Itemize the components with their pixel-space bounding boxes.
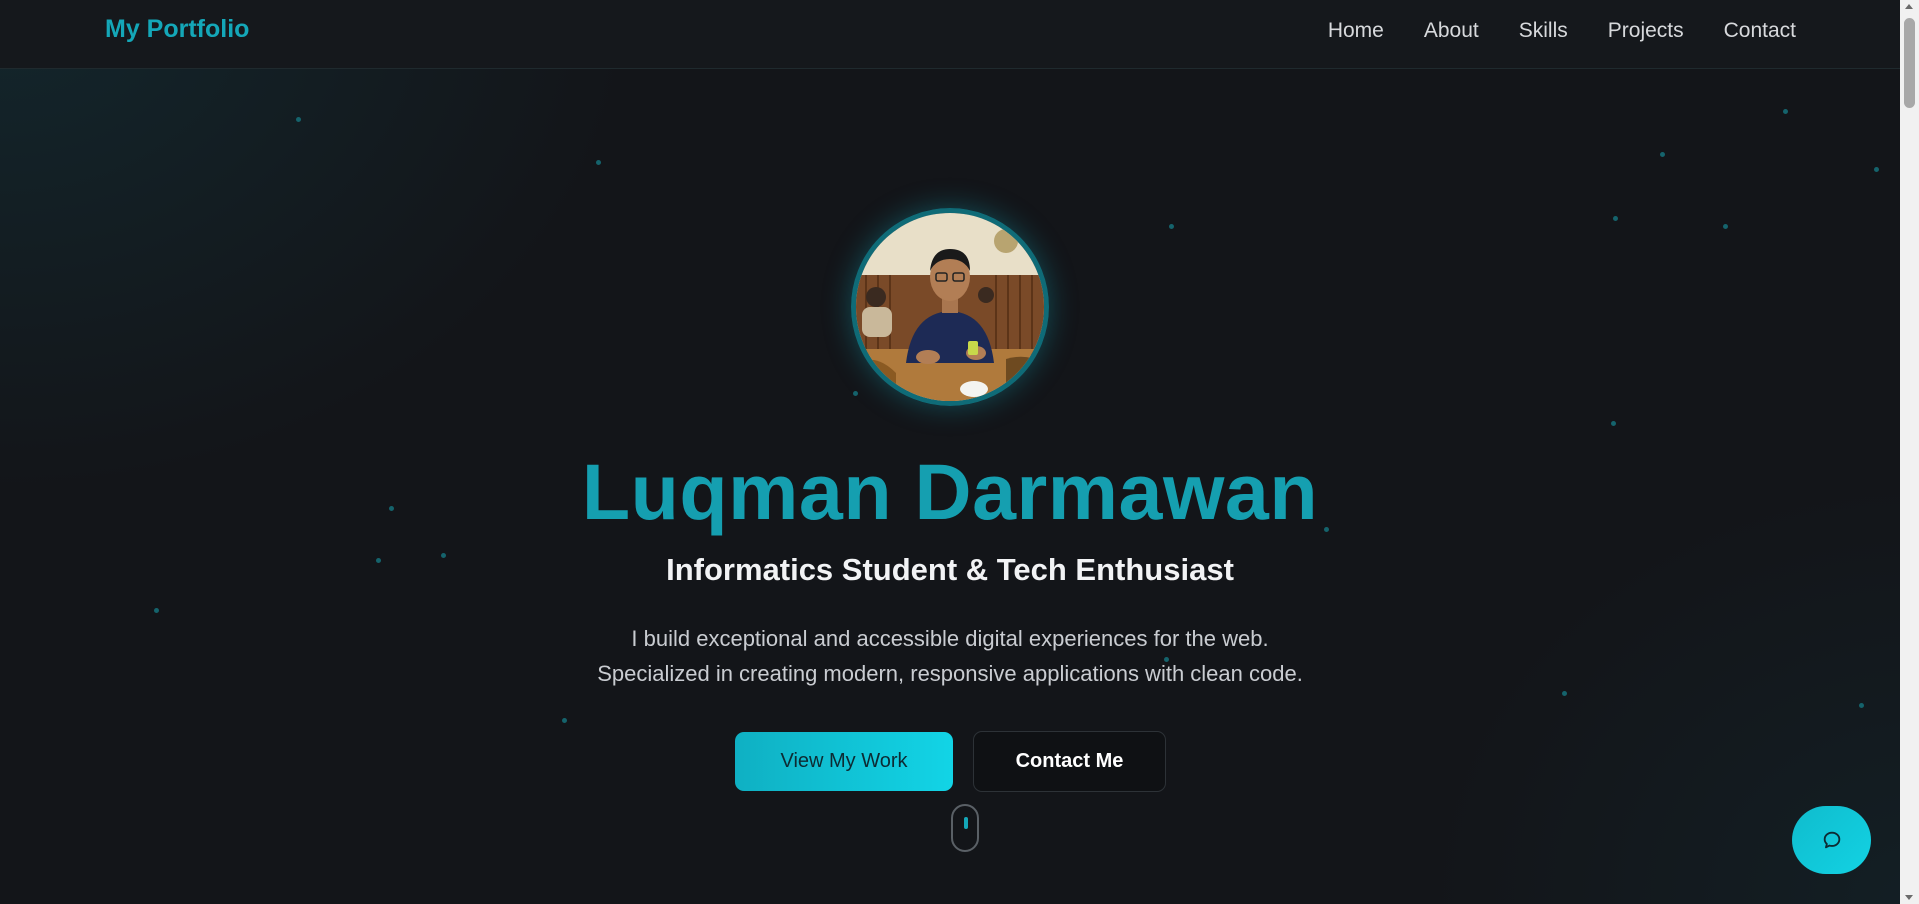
scrollbar-thumb[interactable] <box>1904 18 1915 108</box>
nav-link-home[interactable]: Home <box>1328 19 1384 43</box>
nav-link-about[interactable]: About <box>1424 19 1479 43</box>
particle-dot <box>1859 703 1864 708</box>
particle-dot <box>1723 224 1728 229</box>
particle-dot <box>562 718 567 723</box>
mouse-scroll-icon[interactable] <box>951 804 979 852</box>
profile-photo <box>856 213 1044 401</box>
particle-dot <box>596 160 601 165</box>
nav-link-contact[interactable]: Contact <box>1724 19 1796 43</box>
chat-button[interactable] <box>1792 806 1871 874</box>
hero-description-line: Specialized in creating modern, responsi… <box>597 661 1303 686</box>
nav-links: Home About Skills Projects Contact <box>1328 19 1796 43</box>
particle-dot <box>1613 216 1618 221</box>
contact-me-button[interactable]: Contact Me <box>973 731 1166 792</box>
nav-link-skills[interactable]: Skills <box>1519 19 1568 43</box>
portfolio-page: My Portfolio Home About Skills Projects … <box>0 0 1919 904</box>
profile-avatar <box>851 208 1049 406</box>
scroll-down-arrow-icon[interactable] <box>1905 895 1913 900</box>
hero-name: Luqman Darmawan <box>581 447 1319 536</box>
particle-dot <box>154 608 159 613</box>
particle-dot <box>1169 224 1174 229</box>
hero-description-line: I build exceptional and accessible digit… <box>631 626 1269 651</box>
site-logo[interactable]: My Portfolio <box>105 15 249 44</box>
particle-dot <box>1660 152 1665 157</box>
hero-description: I build exceptional and accessible digit… <box>0 621 1900 691</box>
particle-dot <box>853 391 858 396</box>
particle-dot <box>296 117 301 122</box>
view-my-work-button[interactable]: View My Work <box>735 732 953 791</box>
page-scrollbar[interactable] <box>1900 0 1919 904</box>
chat-bubble-icon <box>1823 831 1840 849</box>
scroll-up-arrow-icon[interactable] <box>1905 4 1913 9</box>
nav-link-projects[interactable]: Projects <box>1608 19 1684 43</box>
scroll-wheel <box>964 817 968 829</box>
particle-dot <box>1874 167 1879 172</box>
particle-dot <box>1611 421 1616 426</box>
particle-dot <box>1562 691 1567 696</box>
hero-subtitle: Informatics Student & Tech Enthusiast <box>666 552 1234 587</box>
top-navbar: My Portfolio Home About Skills Projects … <box>0 0 1900 69</box>
particle-dot <box>1783 109 1788 114</box>
